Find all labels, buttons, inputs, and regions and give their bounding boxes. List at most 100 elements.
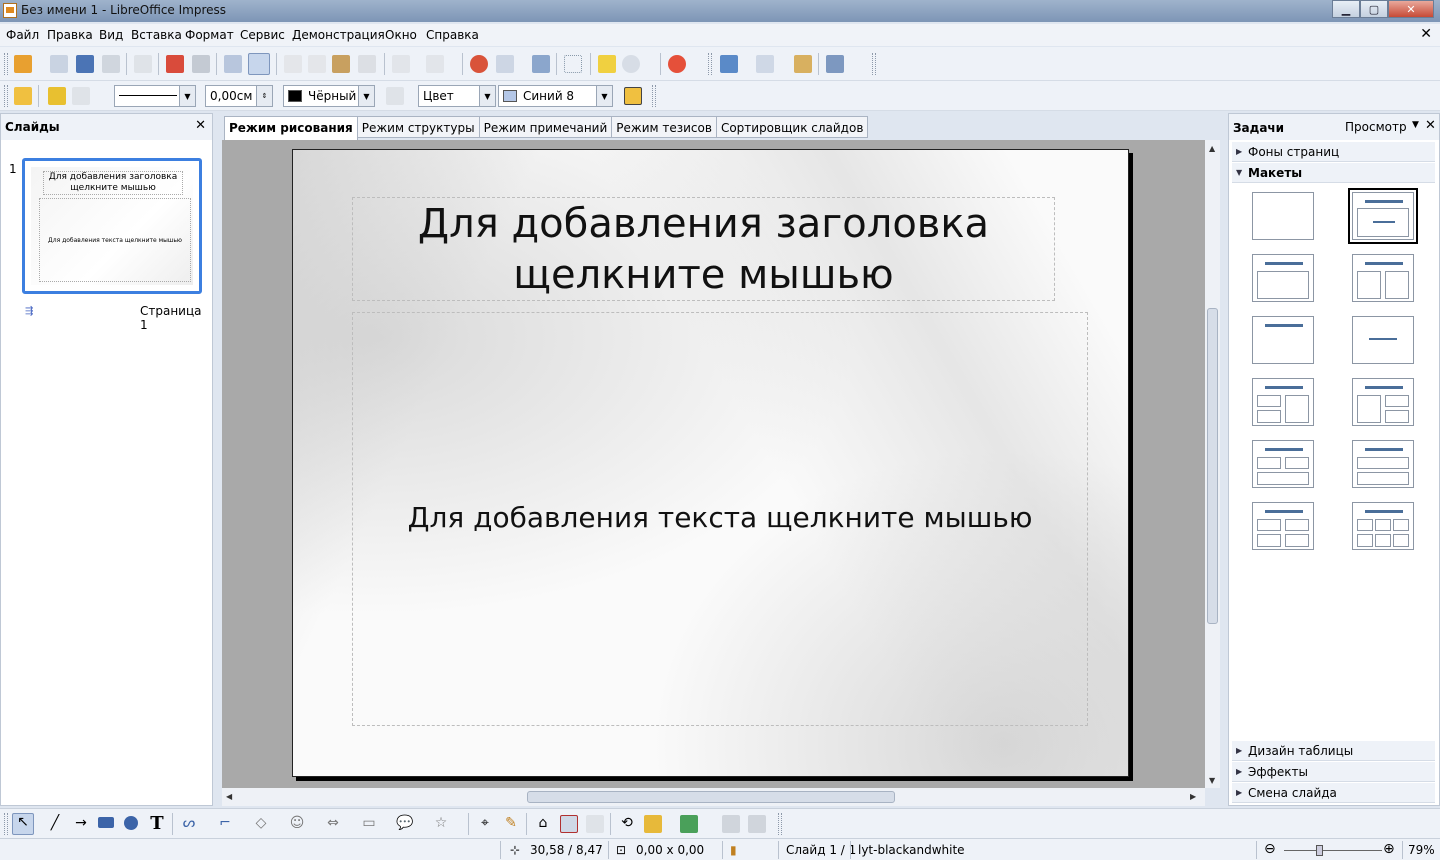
navigator-icon[interactable] — [598, 55, 616, 73]
section-backgrounds[interactable]: ▶ Фоны страниц — [1232, 142, 1435, 162]
tab-slide-sorter[interactable]: Сортировщик слайдов — [715, 116, 869, 138]
maximize-button[interactable]: ▢ — [1360, 0, 1388, 18]
layout-title-content[interactable] — [1252, 254, 1314, 302]
layout-title-only[interactable] — [1348, 188, 1418, 244]
close-tasks-pane-icon[interactable]: ✕ — [1425, 118, 1436, 133]
arrange-icon[interactable] — [680, 815, 698, 833]
minimize-button[interactable]: ▁ — [1332, 0, 1360, 18]
toolbar-grip[interactable] — [4, 813, 8, 835]
tab-handout[interactable]: Режим тезисов — [611, 116, 717, 138]
vertical-scrollbar[interactable]: ▲ ▼ — [1205, 140, 1220, 788]
toolbar-grip[interactable] — [4, 85, 8, 107]
layout-four-content[interactable] — [1252, 502, 1314, 550]
cut-icon[interactable] — [284, 55, 302, 73]
text-tool-icon[interactable]: T — [148, 813, 166, 834]
layout-blank[interactable] — [1252, 192, 1314, 240]
gallery-icon[interactable] — [586, 815, 604, 833]
copy-icon[interactable] — [308, 55, 326, 73]
section-slide-transition[interactable]: ▶ Смена слайда — [1232, 783, 1435, 803]
select-arrow-icon[interactable]: ↖ — [12, 813, 34, 835]
close-window-button[interactable]: ✕ — [1388, 0, 1434, 18]
paste-icon[interactable] — [332, 55, 350, 73]
layout-two-over-one[interactable] — [1252, 440, 1314, 488]
grid-icon[interactable] — [564, 55, 582, 73]
flowchart-icon[interactable]: ▭ — [360, 815, 378, 833]
scroll-down-icon[interactable]: ▼ — [1209, 776, 1215, 785]
menu-view[interactable]: Вид — [99, 28, 123, 42]
toolbar-grip[interactable] — [778, 813, 782, 835]
zoom-in-icon[interactable]: ⊕ — [1383, 841, 1395, 857]
table-icon[interactable] — [496, 55, 514, 73]
start-slideshow-icon[interactable] — [826, 55, 844, 73]
slide-canvas[interactable]: Для добавления заголовка щелкните мышью … — [292, 149, 1129, 777]
zoom-slider[interactable] — [1284, 850, 1382, 851]
vertical-scroll-thumb[interactable] — [1207, 308, 1218, 624]
left-splitter[interactable] — [213, 113, 221, 806]
new-document-icon[interactable] — [14, 55, 32, 73]
toolbar-grip[interactable] — [652, 85, 656, 107]
stars-icon[interactable]: ☆ — [432, 815, 450, 833]
menu-window[interactable]: Окно — [385, 28, 417, 42]
section-effects[interactable]: ▶ Эффекты — [1232, 762, 1435, 782]
scroll-left-icon[interactable]: ◀ — [226, 792, 232, 801]
horizontal-scrollbar[interactable]: ◀ ▶ — [222, 788, 1205, 806]
layout-content-over-content[interactable] — [1352, 440, 1414, 488]
area-fill-icon[interactable] — [386, 87, 404, 105]
save-icon[interactable] — [76, 55, 94, 73]
slide-thumbnail[interactable]: Для добавления заголовка щелкните мышью … — [22, 158, 202, 294]
redo-icon[interactable] — [426, 55, 444, 73]
close-document-icon[interactable]: ✕ — [1420, 26, 1432, 42]
autospellcheck-icon[interactable] — [248, 53, 270, 75]
document-modified-icon[interactable]: ▮ — [730, 843, 737, 857]
presentation-icon[interactable] — [720, 55, 738, 73]
basic-shapes-icon[interactable]: ◇ — [252, 815, 270, 833]
tasks-view-menu[interactable]: Просмотр — [1345, 120, 1407, 134]
rotate-icon[interactable]: ⟲ — [618, 815, 636, 833]
menu-edit[interactable]: Правка — [47, 28, 93, 42]
undo-icon[interactable] — [392, 55, 410, 73]
ellipse-tool-icon[interactable] — [124, 816, 138, 830]
menu-help[interactable]: Справка — [426, 28, 479, 42]
scroll-right-icon[interactable]: ▶ — [1190, 792, 1196, 801]
fontwork-icon[interactable]: ⌂ — [534, 815, 552, 833]
align-icon[interactable] — [644, 815, 662, 833]
line-tool-icon[interactable]: ╱ — [46, 815, 64, 833]
styles-icon[interactable] — [14, 87, 32, 105]
menu-tools[interactable]: Сервис — [240, 28, 285, 42]
print-icon[interactable] — [192, 55, 210, 73]
tab-normal[interactable]: Режим рисования — [224, 116, 358, 140]
line-width-input[interactable]: 0,00см ⇕ — [205, 85, 273, 107]
open-icon[interactable] — [50, 55, 68, 73]
layout-centered-text[interactable] — [1352, 316, 1414, 364]
tab-outline[interactable]: Режим структуры — [356, 116, 480, 138]
callouts-icon[interactable]: 💬 — [396, 815, 414, 833]
rectangle-tool-icon[interactable] — [98, 817, 114, 828]
zoom-level[interactable]: 79% — [1408, 843, 1435, 857]
section-layouts[interactable]: ▼ Макеты — [1232, 163, 1435, 183]
chevron-down-icon[interactable]: ▼ — [1412, 120, 1419, 130]
spellcheck-icon[interactable] — [224, 55, 242, 73]
toolbar-grip[interactable] — [872, 53, 876, 75]
slide-layout-icon[interactable] — [756, 55, 774, 73]
toolbar-grip[interactable] — [4, 53, 8, 75]
from-file-icon[interactable] — [560, 815, 578, 833]
glue-points-icon[interactable]: ✎ — [502, 815, 520, 833]
3d-effects-icon[interactable] — [722, 815, 740, 833]
menu-format[interactable]: Формат — [185, 28, 234, 42]
zoom-out-icon[interactable]: ⊖ — [1264, 841, 1276, 857]
close-slides-pane-icon[interactable]: ✕ — [195, 118, 206, 133]
toolbar-grip[interactable] — [708, 53, 712, 75]
edit-file-icon[interactable] — [134, 55, 152, 73]
symbol-shapes-icon[interactable]: ☺ — [288, 815, 306, 833]
horizontal-scroll-thumb[interactable] — [527, 791, 895, 803]
clone-formatting-icon[interactable] — [358, 55, 376, 73]
menu-slideshow[interactable]: Демонстрация — [292, 28, 385, 42]
scroll-up-icon[interactable]: ▲ — [1209, 144, 1215, 153]
master-slide-icon[interactable] — [794, 55, 812, 73]
layout-two-content-split-right[interactable] — [1352, 378, 1414, 426]
chart-icon[interactable] — [470, 55, 488, 73]
image-icon[interactable] — [532, 55, 550, 73]
menu-insert[interactable]: Вставка — [131, 28, 182, 42]
curve-tool-icon[interactable]: ᔕ — [180, 815, 198, 833]
menu-file[interactable]: Файл — [6, 28, 39, 42]
